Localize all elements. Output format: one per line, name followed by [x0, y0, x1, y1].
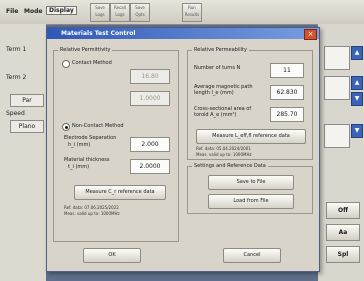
dialog-titlebar[interactable]: Materials Test Control ×	[47, 28, 319, 40]
bg-field-par[interactable]: Par	[10, 94, 44, 107]
material-thickness-label: Material thickness	[64, 157, 110, 163]
down-arrow-icon[interactable]: ▼	[351, 92, 363, 106]
contact-method-radio[interactable]	[62, 60, 70, 68]
electrode-separation-label: Electrode Separation	[64, 135, 117, 141]
up-arrow-icon[interactable]: ▲	[351, 46, 363, 60]
load-from-file-button[interactable]: Load from File	[208, 194, 294, 209]
dialog-title: Materials Test Control	[61, 30, 136, 37]
close-icon[interactable]: ×	[304, 29, 317, 40]
right-spl-button[interactable]: Spl	[326, 246, 360, 263]
settings-group-title: Settings and Reference Data	[192, 163, 268, 169]
contact-field-1[interactable]: 16.80	[130, 69, 170, 84]
permittivity-group: Relative Permittivity Contact Method 16.…	[53, 47, 179, 242]
measure-cr-reference-button[interactable]: Measure C_r reference data	[74, 185, 166, 200]
toolbar-recall-logs-button[interactable]: Recall Logs	[110, 3, 130, 22]
bg-field-plano[interactable]: Plano	[10, 120, 44, 133]
toolbar-save-opts-button[interactable]: Save Opts	[130, 3, 150, 22]
materials-dialog: Materials Test Control × Relative Permit…	[46, 27, 320, 272]
right-display-box	[324, 46, 350, 70]
path-length-input[interactable]: 62.830	[270, 85, 304, 100]
electrode-separation-unit: h_i (mm)	[68, 142, 91, 148]
permeability-ref-note-1: Ref. data: 05.04.2024/2001	[196, 146, 251, 151]
right-off-button[interactable]: Off	[326, 202, 360, 219]
permeability-group: Relative Permeability Number of turns N …	[187, 47, 313, 160]
turns-input[interactable]: 11	[270, 63, 304, 78]
noncontact-method-label: Non-Contact Method	[72, 123, 124, 129]
save-to-file-button[interactable]: Save to File	[208, 175, 294, 190]
contact-method-label: Contact Method	[72, 60, 112, 66]
menu-mode[interactable]: Mode	[24, 8, 42, 15]
path-length-label: Average magnetic path length l_e (mm)	[194, 84, 253, 96]
menu-file[interactable]: File	[6, 8, 18, 15]
material-thickness-unit: t_i (mm)	[68, 164, 90, 170]
bg-label-term2: Term 2	[6, 74, 27, 81]
right-display-box	[324, 76, 350, 100]
noncontact-method-radio[interactable]	[62, 123, 70, 131]
contact-field-2[interactable]: 1.0000	[130, 91, 170, 106]
toolbar-save-logs-button[interactable]: Save Logs	[90, 3, 110, 22]
background-left-panel: Term 1 Term 2 Par Speed Plano	[0, 24, 46, 281]
permittivity-ref-note-1: Ref. data: 07.06.2025/2022	[64, 205, 119, 210]
toolbar-run-results-button[interactable]: Run Results	[182, 3, 202, 22]
bg-label-speed: Speed	[6, 110, 25, 117]
ok-button[interactable]: OK	[83, 248, 141, 263]
measure-leff-reference-button[interactable]: Measure L_eff,fl reference data	[196, 129, 306, 144]
background-right-panel: ▲ ▲ ▼ ▼ Off Aa Spl	[318, 24, 364, 281]
cross-section-label: Cross-sectional area of toroid A_e (mm²)	[194, 106, 252, 118]
material-thickness-input[interactable]: 2.0000	[130, 159, 170, 174]
menu-display[interactable]: Display	[46, 6, 77, 15]
cross-section-input[interactable]: 285.70	[270, 107, 304, 122]
bg-label-term1: Term 1	[6, 46, 27, 53]
permeability-group-title: Relative Permeability	[192, 47, 249, 53]
down-arrow-icon[interactable]: ▼	[351, 124, 363, 138]
up-arrow-icon[interactable]: ▲	[351, 76, 363, 90]
right-aa-button[interactable]: Aa	[326, 224, 360, 241]
menu-bar: File Mode Display Save Logs Recall Logs …	[0, 0, 364, 25]
electrode-separation-input[interactable]: 2.000	[130, 137, 170, 152]
permeability-ref-note-2: Meas. valid up to: 1000MHz	[196, 152, 252, 157]
permittivity-ref-note-2: Meas. valid up to: 1000MHz	[64, 211, 120, 216]
turns-label: Number of turns N	[194, 65, 241, 71]
settings-group: Settings and Reference Data Save to File…	[187, 163, 313, 214]
permittivity-group-title: Relative Permittivity	[58, 47, 113, 53]
right-display-box	[324, 124, 350, 148]
cancel-button[interactable]: Cancel	[223, 248, 281, 263]
